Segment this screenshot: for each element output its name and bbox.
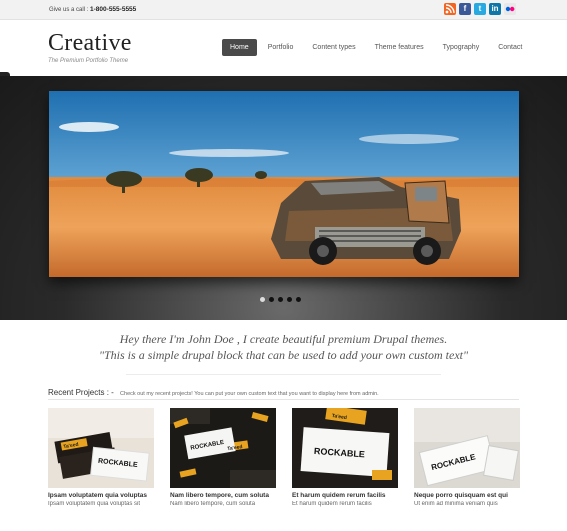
project-subtitle: Nam libero tempore, cum soluta: [170, 501, 256, 507]
project-card[interactable]: Ta'eed ROCKABLE Ipsam voluptatem quia vo…: [48, 408, 154, 507]
site-logo[interactable]: Creative: [48, 30, 132, 57]
phone-number: 1-800-555-5555: [90, 6, 137, 13]
section-divider: [126, 374, 441, 375]
slide-image: [49, 91, 519, 277]
slider-dot[interactable]: [269, 297, 274, 302]
flickr-icon[interactable]: [504, 3, 516, 15]
recent-projects-description: Check out my recent projects! You can pu…: [120, 391, 379, 397]
abandoned-car: [271, 177, 461, 265]
project-subtitle: Ut enim ad minima veniam quis: [414, 501, 498, 507]
project-title[interactable]: Neque porro quisquam est qui: [414, 492, 520, 499]
nav-contact[interactable]: Contact: [490, 39, 530, 56]
project-thumbnail[interactable]: ROCKABLE: [414, 408, 520, 488]
project-thumbnail[interactable]: Ta'eed ROCKABLE: [292, 408, 398, 488]
facebook-icon[interactable]: f: [459, 3, 471, 15]
nav-home[interactable]: Home: [222, 39, 257, 56]
slider-dot[interactable]: [260, 297, 265, 302]
nav-typography[interactable]: Typography: [435, 39, 488, 56]
project-title[interactable]: Ipsam voluptatem quia voluptas: [48, 492, 154, 499]
project-thumbnail[interactable]: ROCKABLE Ta'eed: [170, 408, 276, 488]
main-navigation: Home Portfolio Content types Theme featu…: [222, 39, 533, 56]
nav-theme-features[interactable]: Theme features: [367, 39, 432, 56]
site-branding: Creative The Premium Portfolio Theme: [48, 30, 132, 64]
project-title[interactable]: Et harum quidem rerum facilis: [292, 492, 398, 499]
intro-line-2: "This is a simple drupal block that can …: [98, 348, 469, 362]
project-title[interactable]: Nam libero tempore, cum soluta: [170, 492, 276, 499]
contact-phone: Give us a call : 1-800-555-5555: [49, 6, 136, 13]
call-label: Give us a call :: [49, 7, 89, 13]
project-subtitle: Ipsam voluptatem quia voluptas sit: [48, 501, 141, 507]
nav-content-types[interactable]: Content types: [304, 39, 363, 56]
recent-projects-header: Recent Projects : - Check out my recent …: [48, 388, 379, 397]
intro-line-1: Hey there I'm John Doe , I create beauti…: [119, 332, 448, 346]
slider-dot[interactable]: [296, 297, 301, 302]
intro-text: Hey there I'm John Doe , I create beauti…: [0, 331, 567, 363]
project-card[interactable]: ROCKABLE Neque porro quisquam est qui Ut…: [414, 408, 520, 507]
linkedin-icon[interactable]: in: [489, 3, 501, 15]
nav-portfolio[interactable]: Portfolio: [260, 39, 302, 56]
desert-car-photo: [49, 91, 519, 277]
project-subtitle: Et harum quidem rerum facilis: [292, 501, 372, 507]
project-thumbnail[interactable]: Ta'eed ROCKABLE: [48, 408, 154, 488]
recent-projects-title: Recent Projects : -: [48, 388, 114, 397]
hero-slider: [0, 76, 567, 320]
project-card[interactable]: Ta'eed ROCKABLE Et harum quidem rerum fa…: [292, 408, 398, 507]
slider-pagination: [260, 297, 301, 302]
slider-dot[interactable]: [287, 297, 292, 302]
top-bar: Give us a call : 1-800-555-5555 f t in: [0, 0, 567, 20]
header-underline: [48, 399, 519, 400]
twitter-icon[interactable]: t: [474, 3, 486, 15]
projects-grid: Ta'eed ROCKABLE Ipsam voluptatem quia vo…: [48, 408, 520, 507]
project-card[interactable]: ROCKABLE Ta'eed Nam libero tempore, cum …: [170, 408, 276, 507]
slider-dot[interactable]: [278, 297, 283, 302]
site-tagline: The Premium Portfolio Theme: [48, 58, 129, 64]
social-links: f t in: [444, 3, 516, 15]
rss-icon[interactable]: [444, 3, 456, 15]
